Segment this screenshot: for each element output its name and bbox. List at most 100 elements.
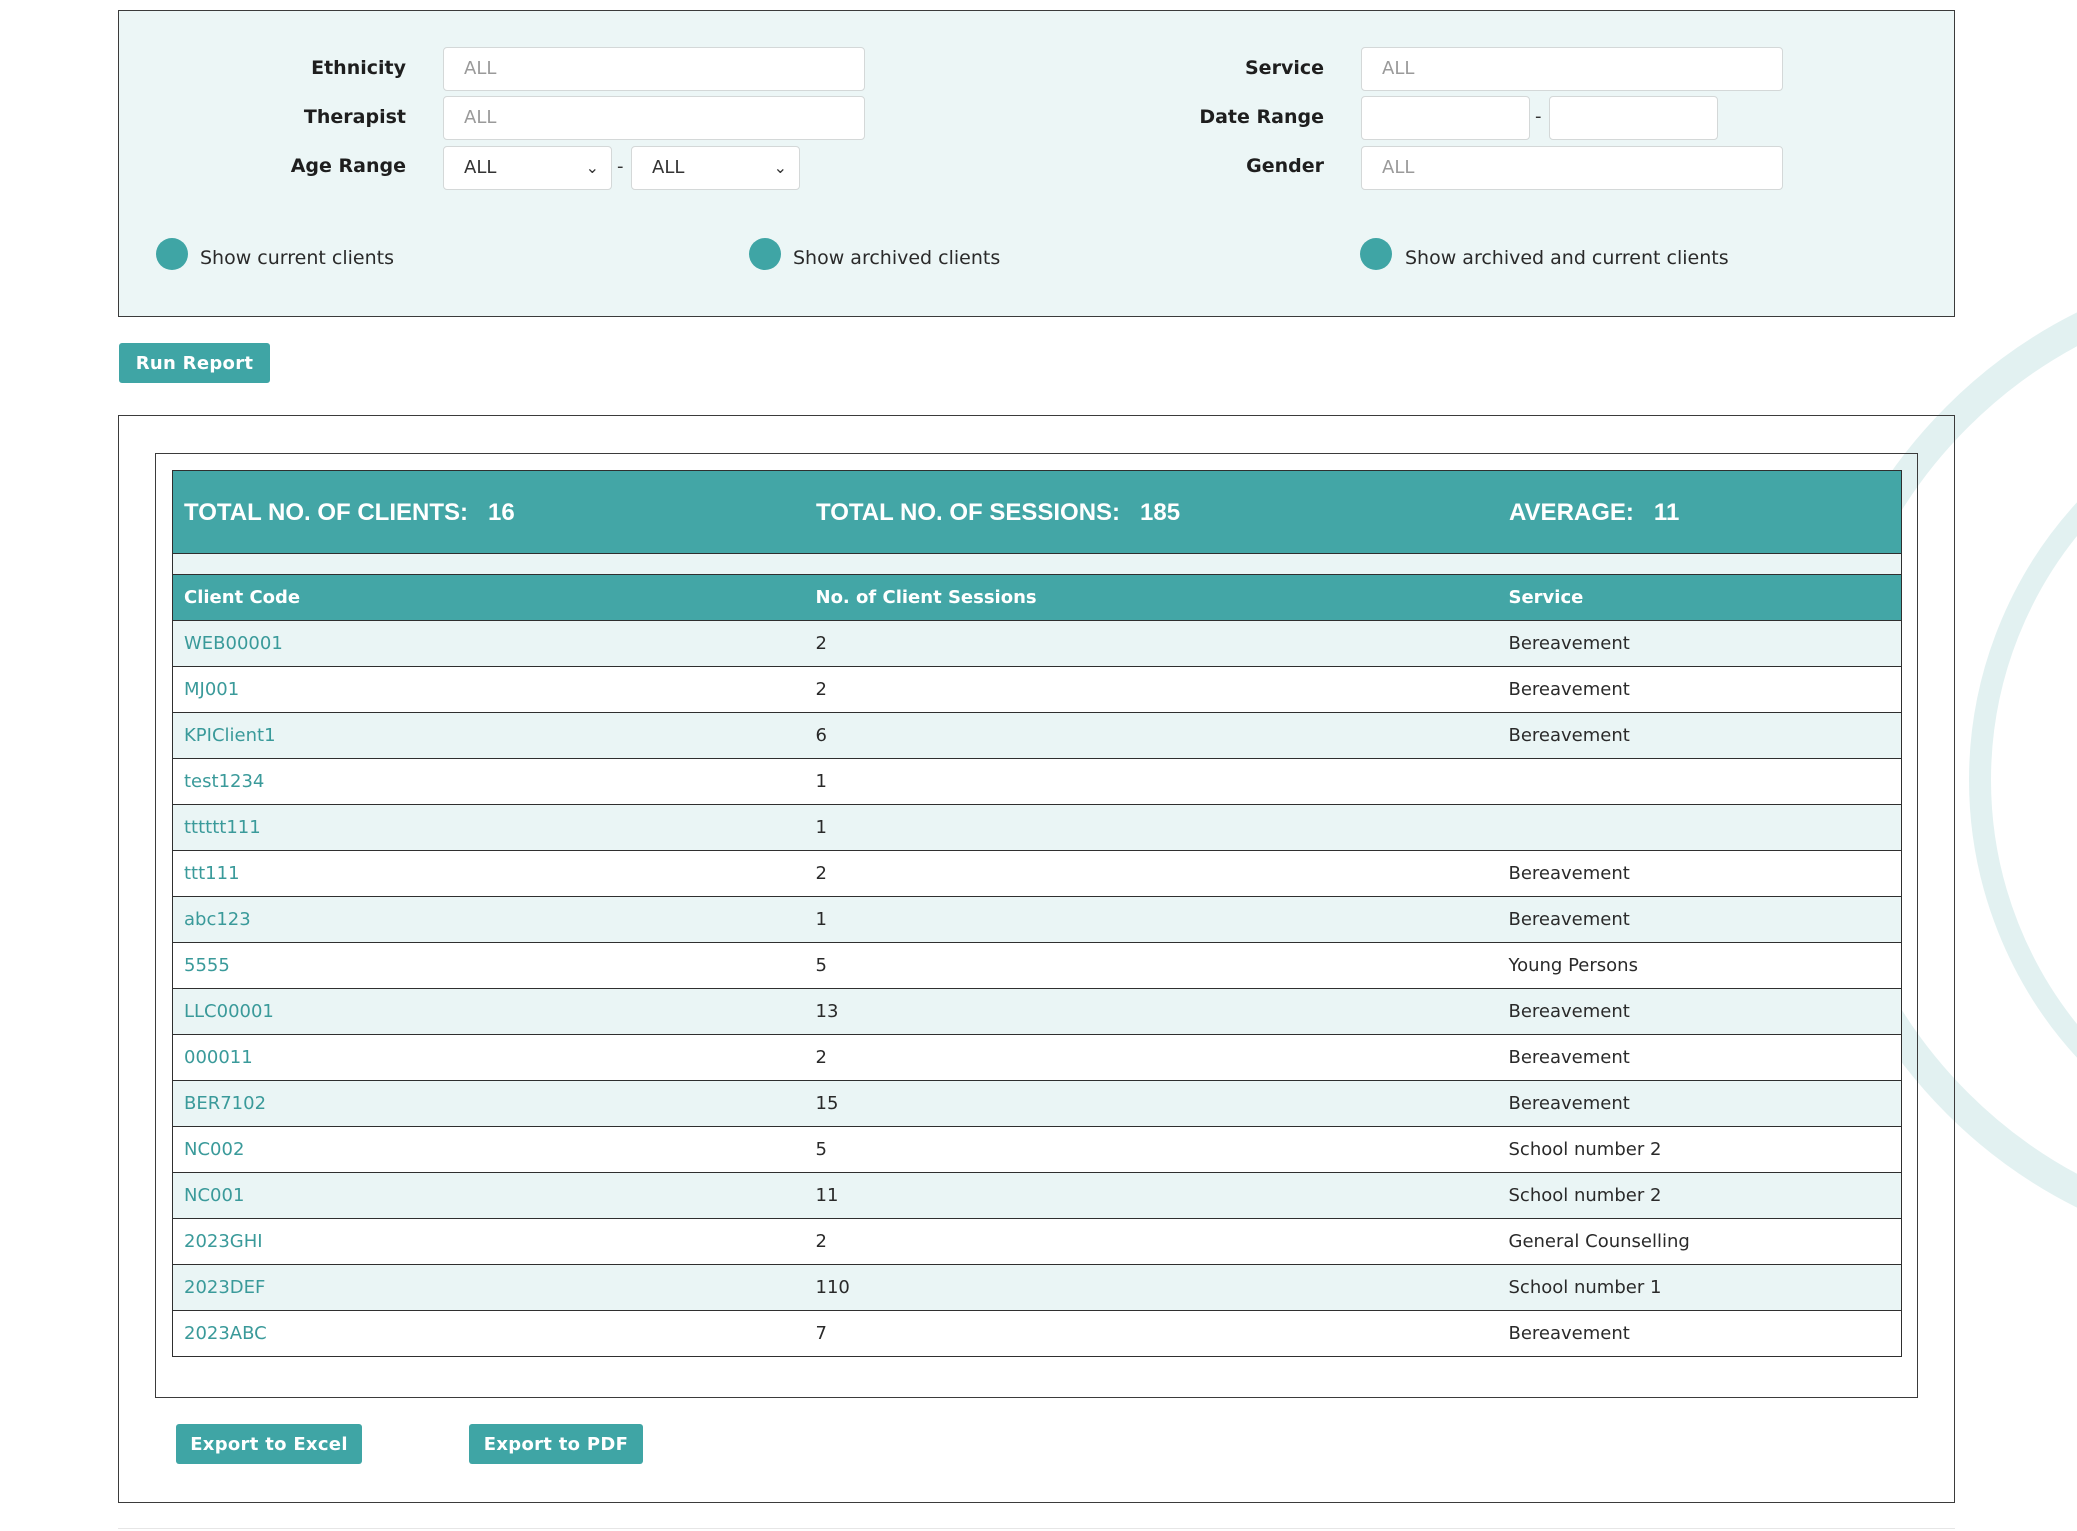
client-code-link[interactable]: ttt111 (172, 850, 805, 897)
show-current-clients-label: Show current clients (200, 247, 394, 269)
column-header-service[interactable]: Service (1497, 574, 1902, 621)
average-sessions: AVERAGE: 11 (1509, 471, 1679, 555)
session-count-cell: 2 (804, 850, 1498, 897)
service-cell: Bereavement (1497, 850, 1902, 897)
client-code-link[interactable]: NC001 (172, 1172, 805, 1219)
show-archived-clients-radio[interactable] (749, 238, 781, 270)
date-range-separator: - (1535, 106, 1542, 127)
table-row: NC001 11 School number 2 (172, 1172, 1902, 1219)
run-report-button[interactable]: Run Report (119, 343, 270, 383)
table-row: BER7102 15 Bereavement (172, 1080, 1902, 1127)
show-archived-and-current-clients-radio[interactable] (1360, 238, 1392, 270)
age-range-from-value: ALL (464, 157, 497, 178)
service-cell: Bereavement (1497, 896, 1902, 943)
show-current-clients-radio[interactable] (156, 238, 188, 270)
service-cell: School number 2 (1497, 1126, 1902, 1173)
export-pdf-button[interactable]: Export to PDF (469, 1424, 643, 1464)
table-row: abc123 1 Bereavement (172, 896, 1902, 943)
service-cell: Bereavement (1497, 988, 1902, 1035)
client-code-link[interactable]: tttttt111 (172, 804, 805, 851)
therapist-label: Therapist (303, 106, 406, 128)
client-code-link[interactable]: LLC00001 (172, 988, 805, 1035)
table-row: tttttt111 1 (172, 804, 1902, 851)
service-cell: Bereavement (1497, 1080, 1902, 1127)
column-header-client-code[interactable]: Client Code (172, 574, 805, 621)
client-code-link[interactable]: NC002 (172, 1126, 805, 1173)
ethnicity-input[interactable]: ALL (443, 47, 865, 91)
client-code-link[interactable]: test1234 (172, 758, 805, 805)
service-cell: Bereavement (1497, 712, 1902, 759)
session-count-cell: 13 (804, 988, 1498, 1035)
date-range-to-input[interactable] (1549, 96, 1718, 140)
table-row: 2023GHI 2 General Counselling (172, 1218, 1902, 1265)
table-row: KPIClient1 6 Bereavement (172, 712, 1902, 759)
chevron-down-icon: ⌄ (773, 158, 787, 177)
session-count-cell: 2 (804, 1034, 1498, 1081)
total-clients-value: 16 (488, 499, 515, 526)
chevron-down-icon: ⌄ (585, 158, 599, 177)
column-header-sessions[interactable]: No. of Client Sessions (804, 574, 1498, 621)
therapist-input[interactable]: ALL (443, 96, 865, 140)
gender-label: Gender (1246, 155, 1324, 177)
session-count-cell: 6 (804, 712, 1498, 759)
age-range-from-select[interactable]: ALL ⌄ (443, 146, 612, 190)
service-cell: School number 2 (1497, 1172, 1902, 1219)
table-row: 5555 5 Young Persons (172, 942, 1902, 989)
client-code-link[interactable]: 2023GHI (172, 1218, 805, 1265)
date-range-label: Date Range (1199, 106, 1324, 128)
session-count-cell: 15 (804, 1080, 1498, 1127)
table-row: MJ001 2 Bereavement (172, 666, 1902, 713)
client-code-link[interactable]: abc123 (172, 896, 805, 943)
show-archived-and-current-clients-label: Show archived and current clients (1405, 247, 1729, 269)
client-code-link[interactable]: 2023ABC (172, 1310, 805, 1357)
age-range-to-select[interactable]: ALL ⌄ (631, 146, 800, 190)
show-archived-clients-label: Show archived clients (793, 247, 1001, 269)
average-value: 11 (1653, 499, 1680, 526)
session-count-cell: 11 (804, 1172, 1498, 1219)
table-row: LLC00001 13 Bereavement (172, 988, 1902, 1035)
service-cell: Bereavement (1497, 1310, 1902, 1357)
age-range-separator: - (617, 156, 624, 177)
client-code-link[interactable]: 000011 (172, 1034, 805, 1081)
table-row: test1234 1 (172, 758, 1902, 805)
date-range-from-input[interactable] (1361, 96, 1530, 140)
client-code-link[interactable]: MJ001 (172, 666, 805, 713)
gender-input[interactable]: ALL (1361, 146, 1783, 190)
session-count-cell: 110 (804, 1264, 1498, 1311)
age-range-label: Age Range (290, 155, 406, 177)
table-row: NC002 5 School number 2 (172, 1126, 1902, 1173)
client-code-link[interactable]: 5555 (172, 942, 805, 989)
session-count-cell: 7 (804, 1310, 1498, 1357)
session-count-cell: 5 (804, 942, 1498, 989)
table-row: ttt111 2 Bereavement (172, 850, 1902, 897)
client-code-link[interactable]: 2023DEF (172, 1264, 805, 1311)
service-cell (1497, 758, 1902, 805)
service-cell (1497, 804, 1902, 851)
total-sessions-value: 185 (1140, 499, 1181, 526)
age-range-to-value: ALL (652, 157, 685, 178)
table-row: 2023ABC 7 Bereavement (172, 1310, 1902, 1357)
total-clients-label: TOTAL NO. OF CLIENTS: (184, 499, 468, 526)
export-excel-button[interactable]: Export to Excel (176, 1424, 362, 1464)
ethnicity-label: Ethnicity (311, 57, 406, 79)
session-count-cell: 5 (804, 1126, 1498, 1173)
sessions-report-table: Client Code No. of Client Sessions Servi… (172, 574, 1902, 1357)
total-sessions: TOTAL NO. OF SESSIONS: 185 (816, 471, 1180, 555)
session-count-cell: 1 (804, 804, 1498, 851)
client-code-link[interactable]: BER7102 (172, 1080, 805, 1127)
service-label: Service (1245, 57, 1324, 79)
service-cell: Bereavement (1497, 620, 1902, 667)
session-count-cell: 2 (804, 1218, 1498, 1265)
client-code-link[interactable]: WEB00001 (172, 620, 805, 667)
service-cell: School number 1 (1497, 1264, 1902, 1311)
total-sessions-label: TOTAL NO. OF SESSIONS: (816, 499, 1121, 526)
service-input[interactable]: ALL (1361, 47, 1783, 91)
summary-spacer (172, 554, 1902, 574)
service-cell: General Counselling (1497, 1218, 1902, 1265)
session-count-cell: 1 (804, 758, 1498, 805)
table-row: 2023DEF 110 School number 1 (172, 1264, 1902, 1311)
total-clients: TOTAL NO. OF CLIENTS: 16 (184, 471, 515, 555)
client-code-link[interactable]: KPIClient1 (172, 712, 805, 759)
table-header-row: Client Code No. of Client Sessions Servi… (172, 574, 1902, 621)
table-row: WEB00001 2 Bereavement (172, 620, 1902, 667)
